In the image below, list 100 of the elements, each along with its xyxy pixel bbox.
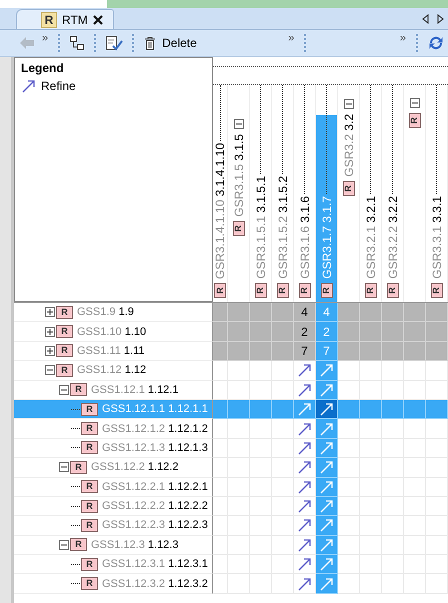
matrix-cell[interactable] (382, 400, 404, 420)
matrix-cell[interactable] (382, 303, 404, 322)
matrix-cell[interactable] (250, 322, 272, 342)
matrix-cell[interactable] (316, 458, 338, 478)
matrix-cell[interactable] (316, 536, 338, 556)
next-icon[interactable] (437, 14, 444, 24)
matrix-cell[interactable] (360, 322, 382, 342)
matrix-cell[interactable] (316, 438, 338, 458)
column-header[interactable]: R (404, 85, 426, 302)
matrix-cell[interactable] (382, 342, 404, 362)
column-header[interactable]: GSR3.1.7 3.1.7 R (316, 85, 338, 302)
matrix-cell[interactable] (360, 303, 382, 322)
matrix-cell[interactable] (228, 303, 250, 322)
column-header[interactable]: GSR3.1.5.1 3.1.5.1 R (250, 85, 272, 302)
row-header[interactable]: R GSS1.10 1.10 (14, 322, 213, 342)
row-header[interactable]: R GSS1.12.2.2 1.12.2.2 (14, 496, 213, 516)
matrix-cell[interactable] (404, 303, 426, 322)
matrix-cell[interactable] (272, 400, 294, 420)
editor-tab[interactable]: R RTM (16, 9, 114, 29)
matrix-cell[interactable] (426, 400, 448, 420)
matrix-cell[interactable] (338, 303, 360, 322)
row-label: GSS1.12.3 1.12.3 (91, 538, 178, 551)
row-header[interactable]: R GSS1.12.2.1 1.12.2.1 (14, 478, 213, 497)
matrix-cell[interactable] (316, 555, 338, 574)
matrix-cell[interactable] (426, 322, 448, 342)
matrix-cell[interactable] (272, 322, 294, 342)
overflow-chevron[interactable]: » (38, 32, 52, 44)
refresh-icon[interactable] (427, 34, 445, 52)
matrix-cell[interactable] (272, 303, 294, 322)
matrix-cell[interactable] (316, 516, 338, 536)
collapse-icon[interactable] (45, 365, 55, 376)
row-header[interactable]: R GSS1.12.3 1.12.3 (14, 536, 213, 556)
matrix-cell[interactable] (316, 496, 338, 516)
row-header[interactable]: R GSS1.11 1.11 (14, 342, 213, 362)
collapse-icon[interactable] (410, 98, 420, 108)
matrix-cell[interactable] (426, 342, 448, 362)
delete-button[interactable]: Delete (140, 36, 201, 50)
row-header[interactable]: R GSS1.12.2.3 1.12.2.3 (14, 516, 213, 536)
matrix-cell[interactable]: 4 (294, 303, 316, 322)
matrix-cell[interactable] (316, 574, 338, 594)
matrix-cell[interactable] (316, 361, 338, 381)
matrix-cell[interactable] (228, 400, 250, 420)
type-badge: R (81, 518, 98, 532)
expand-icon[interactable] (45, 346, 55, 356)
matrix-cell[interactable] (404, 400, 426, 420)
column-header[interactable]: GSR3.1.4.1.10 3.1.4.1.10 R (213, 85, 228, 302)
matrix-cell[interactable] (213, 342, 228, 362)
matrix-cell[interactable] (294, 400, 316, 420)
matrix-cell[interactable] (360, 400, 382, 420)
matrix-cell[interactable] (272, 342, 294, 362)
row-header[interactable]: R GSS1.9 1.9 (14, 303, 213, 322)
matrix-cell[interactable] (382, 322, 404, 342)
matrix-cell[interactable] (360, 342, 382, 362)
column-header[interactable]: GSR3.3.1 3.3.1 R (426, 85, 448, 302)
column-header[interactable]: GSR3.2.2 3.2.2 R (382, 85, 404, 302)
matrix-cell[interactable] (316, 400, 338, 420)
column-header[interactable]: GSR3.2.1 3.2.1 R (360, 85, 382, 302)
matrix-cell[interactable] (338, 342, 360, 362)
matrix-cell[interactable] (404, 322, 426, 342)
row-header[interactable]: R GSS1.12.3.2 1.12.3.2 (14, 574, 213, 594)
expand-icon[interactable] (45, 307, 55, 318)
collapse-icon[interactable] (344, 99, 354, 109)
matrix-cell[interactable] (213, 322, 228, 342)
row-header[interactable]: R GSS1.12 1.12 (14, 361, 213, 381)
matrix-cell[interactable] (228, 322, 250, 342)
collapse-icon[interactable] (59, 540, 69, 550)
matrix-cell[interactable] (316, 478, 338, 497)
close-icon[interactable] (92, 14, 103, 24)
expand-icon[interactable] (45, 326, 55, 337)
matrix-cell[interactable] (213, 400, 228, 420)
column-header[interactable]: GSR3.2 3.2 R (338, 85, 360, 302)
matrix-cell[interactable] (250, 400, 272, 420)
hierarchy-icon[interactable] (69, 35, 86, 51)
matrix-cell[interactable] (426, 303, 448, 322)
matrix-cell[interactable]: 2 (294, 322, 316, 342)
row-header[interactable]: R GSS1.12.3.1 1.12.3.1 (14, 555, 213, 574)
collapse-icon[interactable] (59, 384, 69, 395)
row-header[interactable]: R GSS1.12.2 1.12.2 (14, 458, 213, 478)
column-header[interactable]: GSR3.1.5 3.1.5 R (228, 85, 250, 302)
matrix-cell[interactable] (228, 342, 250, 362)
matrix-cell[interactable]: 7 (294, 342, 316, 362)
overflow-chevron[interactable]: » (200, 32, 298, 44)
collapse-icon[interactable] (234, 119, 244, 129)
matrix-cell[interactable] (404, 342, 426, 362)
matrix-cell[interactable] (250, 342, 272, 362)
row-header[interactable]: R GSS1.12.1.3 1.12.1.3 (14, 438, 213, 458)
document-check-icon[interactable] (105, 34, 124, 52)
matrix-cell[interactable] (338, 400, 360, 420)
collapse-icon[interactable] (59, 462, 69, 472)
row-header[interactable]: R GSS1.12.1.1 1.12.1.1 (14, 400, 213, 420)
matrix-cell[interactable] (316, 380, 338, 400)
overflow-chevron[interactable]: » (312, 32, 410, 44)
previous-icon[interactable] (422, 14, 429, 24)
matrix-cell[interactable] (316, 419, 338, 439)
matrix-cell[interactable] (213, 303, 228, 322)
row-header[interactable]: R GSS1.12.1.2 1.12.1.2 (14, 419, 213, 439)
matrix-cell[interactable] (338, 322, 360, 342)
column-header[interactable]: GSR3.1.5.2 3.1.5.2 R (272, 85, 294, 302)
matrix-cell[interactable] (250, 303, 272, 322)
row-label: GSS1.12.3.2 1.12.3.2 (102, 578, 208, 590)
